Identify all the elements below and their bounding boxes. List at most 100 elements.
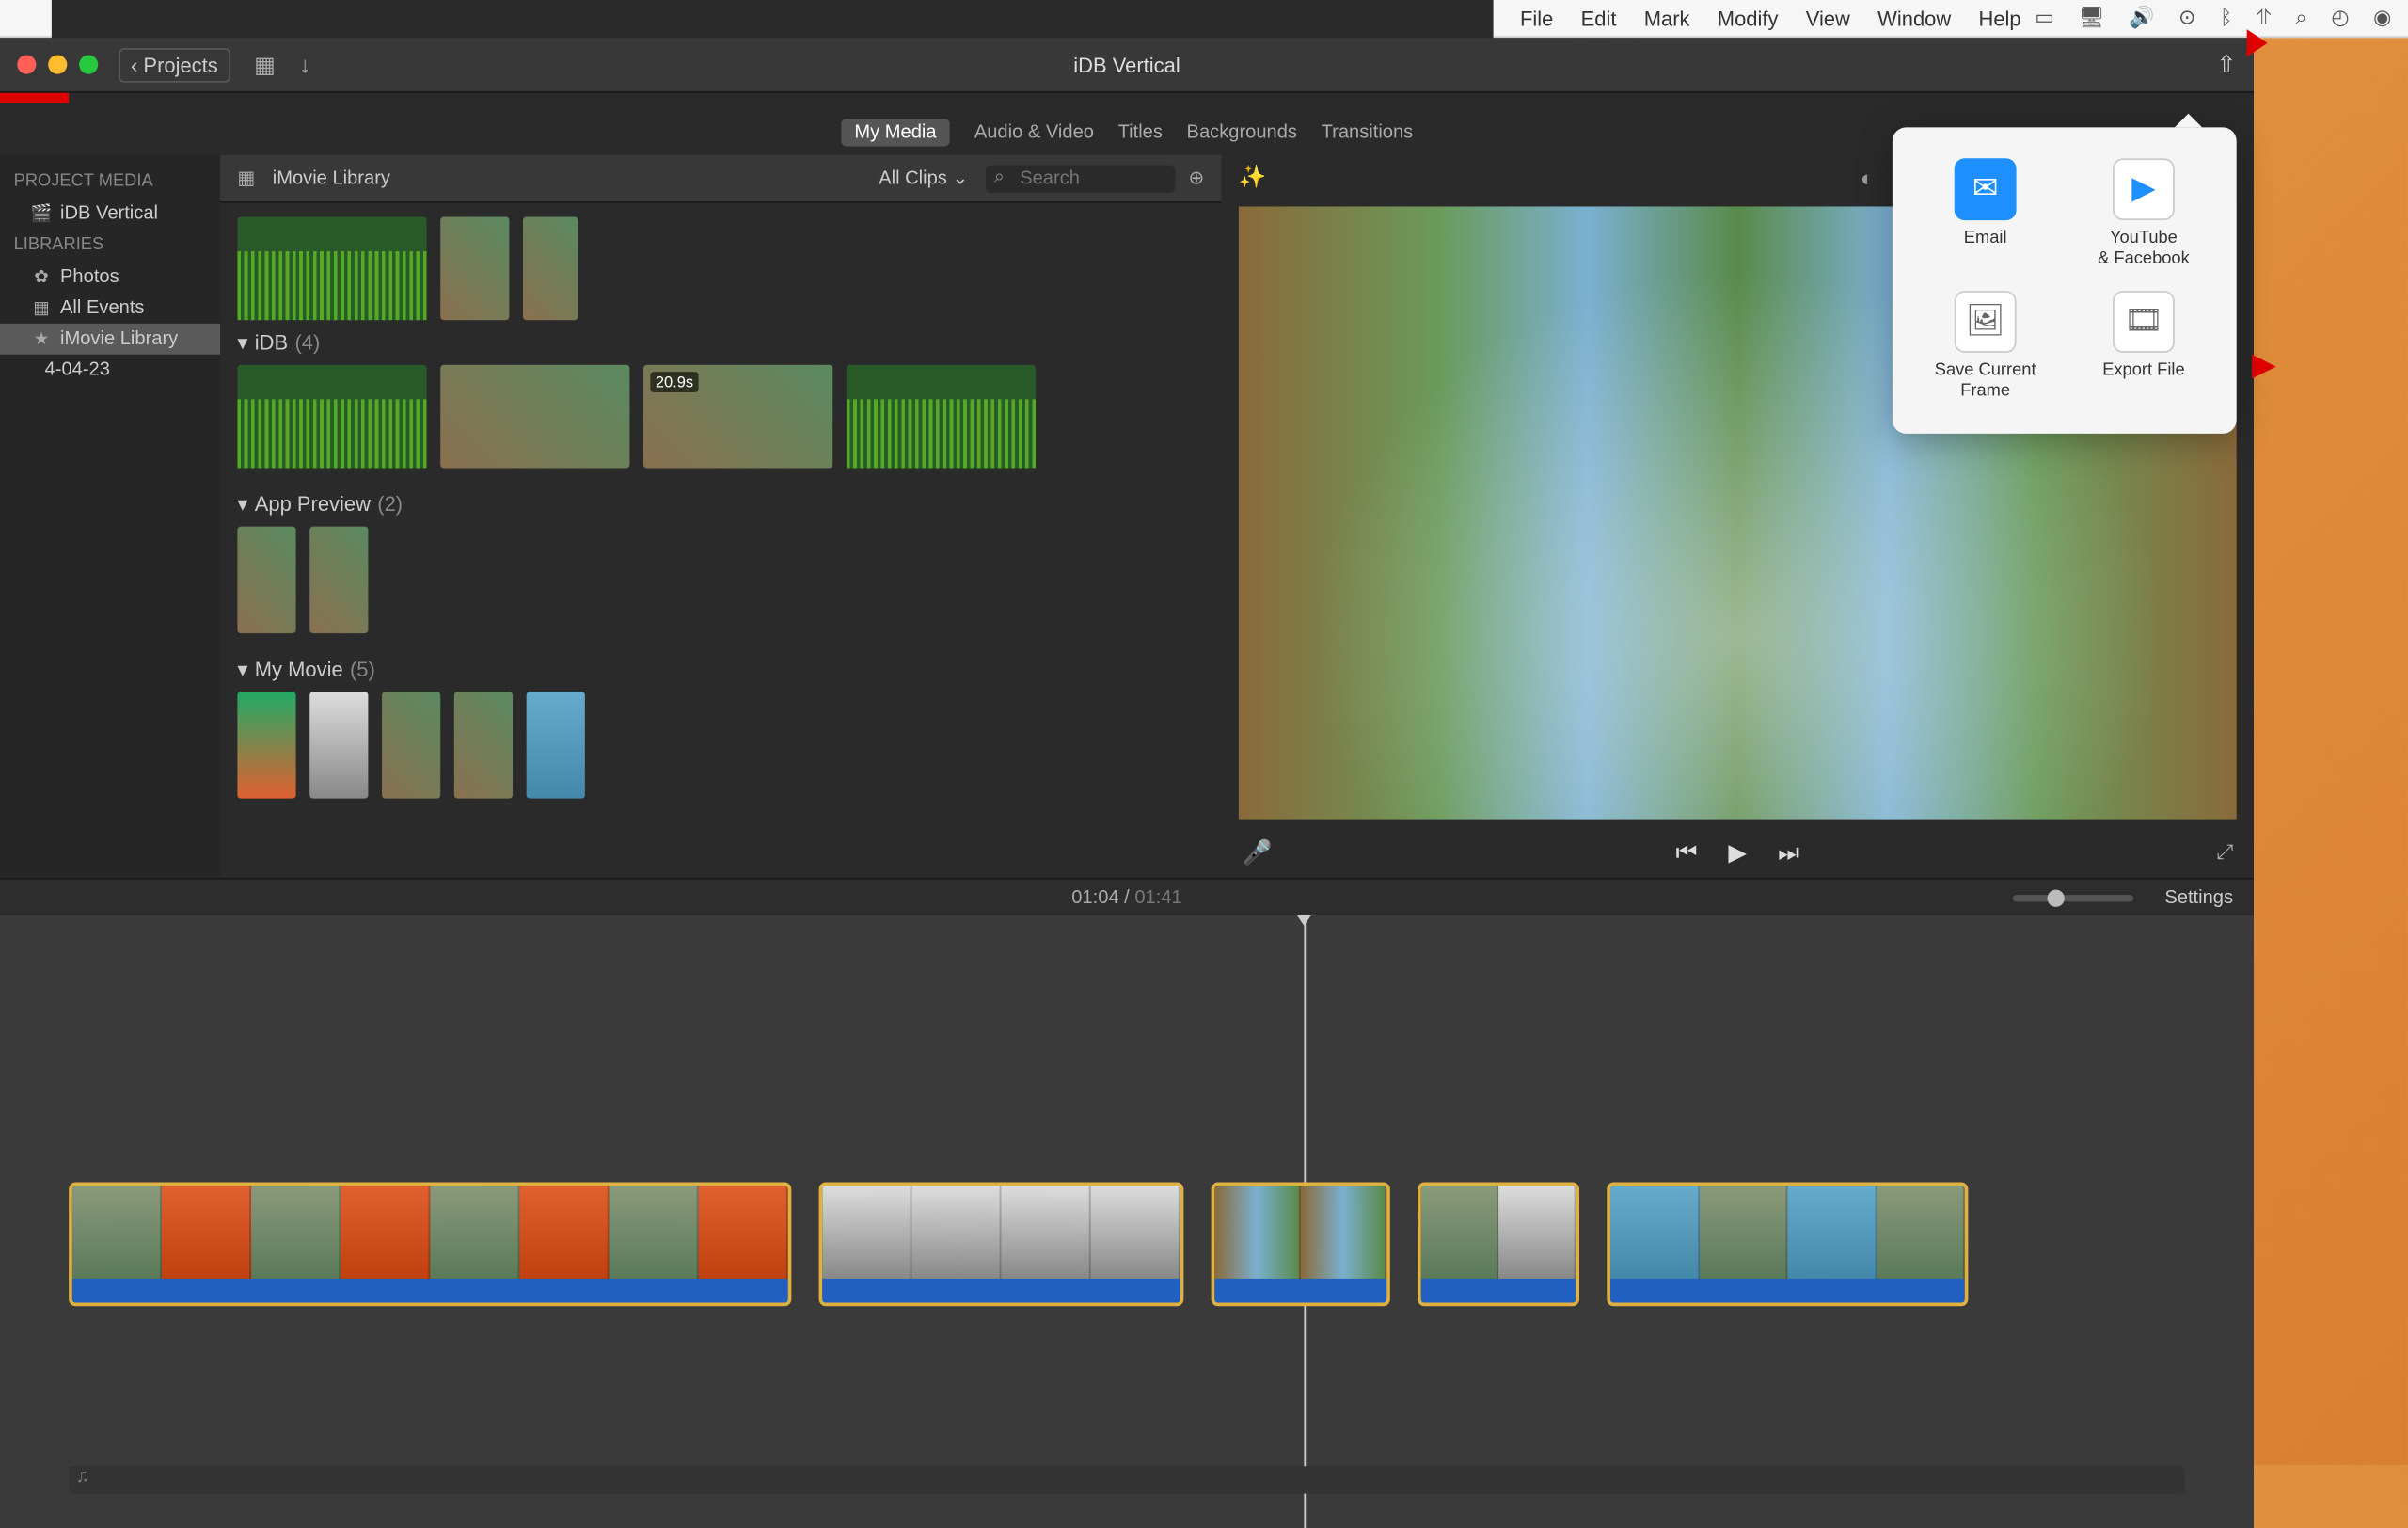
zoom-slider[interactable] — [2013, 894, 2133, 900]
share-saveframe-label: Save Current Frame — [1913, 361, 2058, 403]
sidebar-all-events[interactable]: ▦All Events — [0, 293, 220, 324]
clip-thumbnail[interactable] — [309, 527, 368, 633]
clip-thumbnail[interactable]: 20.9s — [643, 365, 832, 469]
audio-track[interactable] — [69, 1466, 2185, 1493]
timeline-clip[interactable] — [1212, 1183, 1390, 1307]
group-my-movie[interactable]: ▾ My Movie (5) — [237, 647, 1204, 692]
projects-button[interactable]: ‹ Projects — [119, 47, 230, 82]
menu-edit[interactable]: Edit — [1581, 6, 1617, 30]
sidebar-photos[interactable]: ✿ Photos — [0, 262, 220, 293]
clip-thumbnail[interactable] — [523, 216, 578, 320]
sidebar-photos-label: Photos — [60, 266, 119, 287]
color-balance-icon[interactable]: ◐ — [1861, 165, 1874, 190]
share-save-frame[interactable]: 🖼 Save Current Frame — [1907, 280, 2065, 413]
clip-thumbnail[interactable] — [847, 365, 1036, 469]
share-email-label: Email — [1964, 229, 2007, 249]
clapboard-icon: 🎬 — [31, 204, 52, 223]
tab-titles[interactable]: Titles — [1118, 122, 1163, 143]
menubar-spotlight-icon[interactable]: ⌕ — [2295, 5, 2306, 30]
share-youtube-facebook[interactable]: ▶ YouTube & Facebook — [2065, 148, 2223, 280]
share-exportfile-label: Export File — [2102, 361, 2184, 382]
sidebar-library-label: iMovie Library — [60, 328, 178, 349]
import-icon[interactable]: ↓ — [299, 52, 310, 77]
clip-thumbnail[interactable] — [454, 692, 513, 798]
sidebar-date-label: 4-04-23 — [45, 359, 110, 380]
menubar-wifi-icon[interactable]: ⥣ — [2257, 5, 2272, 30]
window-toolbar: ‹ Projects ▦ ↓ iDB Vertical ⇧ — [0, 38, 2254, 93]
tab-audio-video[interactable]: Audio & Video — [974, 122, 1094, 143]
clip-thumbnail[interactable] — [440, 365, 629, 469]
window-title: iDB Vertical — [1073, 53, 1180, 77]
youtube-icon: ▶ — [2113, 158, 2175, 220]
browser-settings-icon[interactable]: ⊕ — [1188, 167, 1204, 189]
clip-thumbnail[interactable] — [237, 692, 295, 798]
menu-window[interactable]: Window — [1877, 6, 1951, 30]
star-icon: ★ — [31, 329, 52, 348]
voiceover-icon[interactable]: 🎤 — [1243, 837, 1273, 867]
share-export-file[interactable]: 🎞 Export File — [2065, 280, 2223, 413]
menubar-siri-icon[interactable]: ◉ — [2373, 5, 2391, 30]
duration-badge: 20.9s — [650, 372, 698, 392]
mail-icon: ✉ — [1955, 158, 2017, 220]
group-app-preview[interactable]: ▾ App Preview (2) — [237, 482, 1204, 527]
menubar-controlcenter-icon[interactable]: ◴ — [2331, 5, 2349, 30]
menubar-display-icon[interactable]: 🖥 — [2079, 5, 2105, 30]
timeline-clip[interactable] — [69, 1183, 791, 1307]
clip-thumbnail[interactable] — [527, 692, 585, 798]
tab-backgrounds[interactable]: Backgrounds — [1187, 122, 1297, 143]
browser-title: iMovie Library — [273, 167, 390, 188]
next-button[interactable]: ⏭ — [1778, 837, 1799, 867]
fullscreen-icon[interactable]: ⤢ — [2216, 839, 2233, 865]
film-icon: 🎞 — [2113, 291, 2175, 353]
group-idb[interactable]: ▾ iDB (4) — [237, 320, 1204, 365]
timeline-clip[interactable] — [819, 1183, 1184, 1307]
browser-view-icon[interactable]: ▦ — [237, 167, 255, 189]
timeline-time: 01:04 / 01:41 — [1071, 887, 1181, 908]
fullscreen-button[interactable] — [79, 56, 98, 74]
annotation-arrow-share — [0, 93, 86, 110]
clip-thumbnail[interactable] — [382, 692, 440, 798]
share-button[interactable]: ⇧ — [2216, 50, 2236, 79]
sidebar-imovie-library[interactable]: ★ iMovie Library — [0, 324, 220, 355]
media-browser: ▦ iMovie Library All Clips ⌄ ⊕ ▾ iDB (4) — [220, 155, 1221, 878]
menubar-screen-icon[interactable]: ▭ — [2035, 5, 2054, 30]
timeline[interactable] — [0, 915, 2254, 1528]
menu-file[interactable]: File — [1520, 6, 1553, 30]
sidebar-project-header: Project Media — [0, 166, 220, 199]
close-button[interactable] — [17, 56, 36, 74]
menu-help[interactable]: Help — [1978, 6, 2020, 30]
menu-view[interactable]: View — [1806, 6, 1850, 30]
tab-transitions[interactable]: Transitions — [1322, 122, 1414, 143]
tab-my-media[interactable]: My Media — [841, 119, 950, 146]
clip-thumbnail[interactable] — [237, 365, 426, 469]
prev-button[interactable]: ⏮ — [1675, 837, 1697, 867]
timeline-settings[interactable]: Settings — [2164, 887, 2233, 908]
timeline-clip[interactable] — [1418, 1183, 1579, 1307]
menubar-volume-icon[interactable]: 🔊 — [2129, 5, 2154, 30]
timeline-header: 01:04 / 01:41 Settings — [0, 878, 2254, 915]
filter-all-clips[interactable]: All Clips ⌄ — [879, 167, 968, 189]
menu-modify[interactable]: Modify — [1718, 6, 1779, 30]
annotation-arrow-export — [2233, 355, 2271, 379]
sidebar-allevents-label: All Events — [60, 297, 144, 318]
imovie-window: ‹ Projects ▦ ↓ iDB Vertical ⇧ ✉ Email ▶ … — [0, 38, 2254, 1466]
sidebar-project-label: iDB Vertical — [60, 203, 158, 224]
clip-thumbnail[interactable] — [237, 216, 426, 320]
layout-icon[interactable]: ▦ — [254, 51, 275, 78]
clip-thumbnail[interactable] — [237, 527, 295, 633]
clip-thumbnail[interactable] — [440, 216, 509, 320]
play-button[interactable]: ▶ — [1728, 837, 1747, 867]
enhance-icon[interactable]: ✨ — [1239, 164, 1267, 191]
search-input[interactable] — [986, 165, 1175, 192]
flower-icon: ✿ — [31, 267, 52, 286]
clip-thumbnail[interactable] — [309, 692, 368, 798]
menubar-play-icon[interactable]: ⊙ — [2178, 5, 2195, 30]
share-email[interactable]: ✉ Email — [1907, 148, 2065, 280]
sidebar-date-item[interactable]: 4-04-23 — [0, 355, 220, 386]
minimize-button[interactable] — [48, 56, 67, 74]
menubar-bluetooth-icon[interactable]: ᛒ — [2220, 5, 2232, 30]
share-youtube-label: YouTube & Facebook — [2098, 229, 2190, 270]
menu-mark[interactable]: Mark — [1644, 6, 1690, 30]
sidebar-project-item[interactable]: 🎬 iDB Vertical — [0, 198, 220, 229]
timeline-clip[interactable] — [1607, 1183, 1968, 1307]
